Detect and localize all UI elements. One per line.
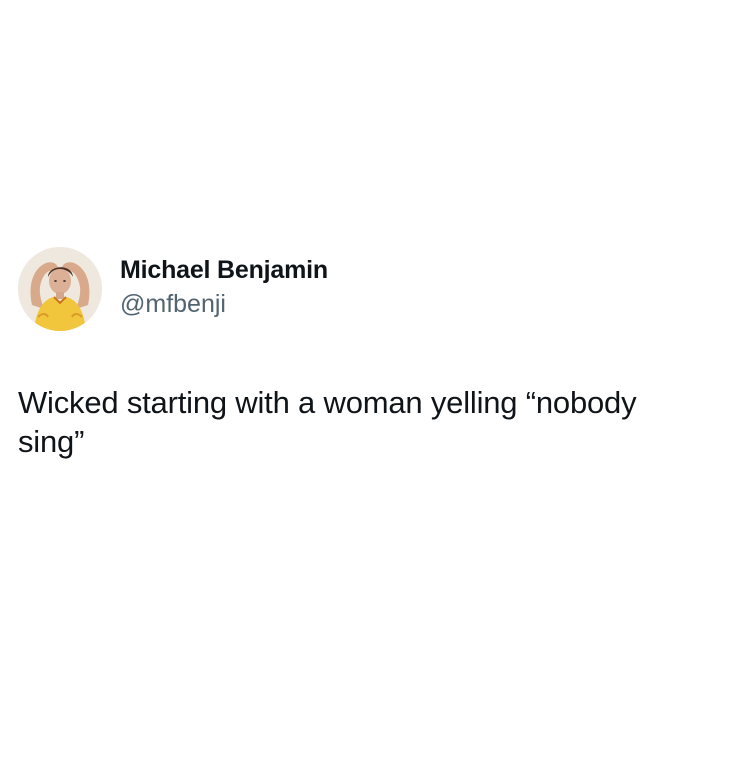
tweet-card: Michael Benjamin @mfbenji Wicked startin… (18, 247, 708, 461)
tweet-header: Michael Benjamin @mfbenji (18, 247, 708, 331)
avatar-photo-icon (18, 247, 102, 331)
tweet-text: Wicked starting with a woman yelling “no… (18, 385, 637, 459)
author-names: Michael Benjamin @mfbenji (120, 255, 328, 319)
author-display-name[interactable]: Michael Benjamin (120, 255, 328, 285)
user-avatar[interactable] (18, 247, 102, 331)
author-handle[interactable]: @mfbenji (120, 289, 328, 319)
